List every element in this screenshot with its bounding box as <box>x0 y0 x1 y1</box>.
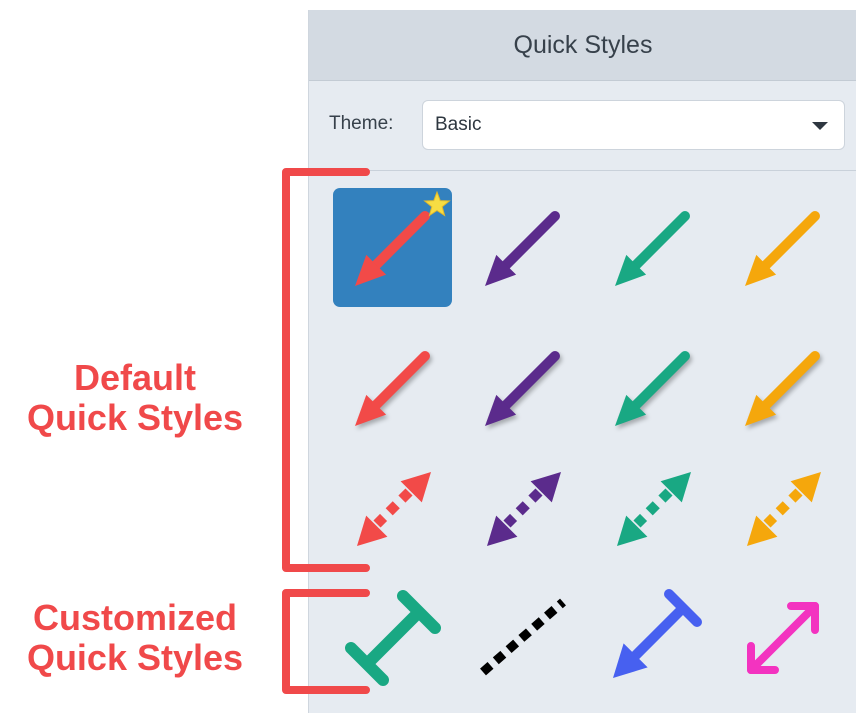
style-tile-orange-dashed-double-arrow[interactable] <box>723 448 842 567</box>
double-arrow-dashed-icon <box>617 472 691 546</box>
arrow-icon <box>615 351 690 426</box>
arrow-icon <box>485 211 560 286</box>
chevron-down-icon <box>812 122 828 130</box>
open-double-arrow-icon <box>747 602 819 674</box>
style-tile-purple-solid-arrow[interactable] <box>463 188 582 307</box>
favorite-star-icon <box>423 190 451 217</box>
default-quick-styles-label: Default Quick Styles <box>0 358 270 438</box>
theme-label: Theme: <box>329 113 394 134</box>
style-tile-green-shadow-arrow[interactable] <box>593 328 712 447</box>
default-styles-bracket <box>282 168 370 572</box>
default-label-line1: Default <box>73 357 196 398</box>
double-arrow-dashed-icon <box>487 472 561 546</box>
quick-styles-panel: Quick Styles Theme: Basic <box>308 10 856 713</box>
style-tile-orange-solid-arrow[interactable] <box>723 188 842 307</box>
dashed-line-icon <box>480 598 566 676</box>
panel-divider <box>309 170 856 171</box>
customized-quick-styles-label: Customized Quick Styles <box>0 598 270 678</box>
arrow-icon <box>745 211 820 286</box>
customized-label-line1: Customized <box>32 597 237 638</box>
customized-label-line2: Quick Styles <box>26 637 244 678</box>
default-label-line2: Quick Styles <box>26 397 244 438</box>
arrow-icon <box>615 211 690 286</box>
double-arrow-dashed-icon <box>747 472 821 546</box>
arrow-icon <box>485 351 560 426</box>
style-tile-purple-dashed-double-arrow[interactable] <box>463 448 582 567</box>
style-tile-pink-open-double-arrow[interactable] <box>723 578 842 697</box>
style-tile-orange-shadow-arrow[interactable] <box>723 328 842 447</box>
style-tile-purple-shadow-arrow[interactable] <box>463 328 582 447</box>
customized-styles-bracket <box>282 589 370 694</box>
panel-title: Quick Styles <box>309 10 856 81</box>
style-tile-green-dashed-double-arrow[interactable] <box>593 448 712 567</box>
arrow-icon <box>745 351 820 426</box>
arrow-bar-icon <box>613 589 702 678</box>
style-tile-green-solid-arrow[interactable] <box>593 188 712 307</box>
style-tile-black-dashed-line[interactable] <box>463 578 582 697</box>
theme-dropdown[interactable]: Basic <box>422 100 845 150</box>
style-tile-blue-arrow-bar[interactable] <box>593 578 712 697</box>
theme-value: Basic <box>435 114 482 135</box>
